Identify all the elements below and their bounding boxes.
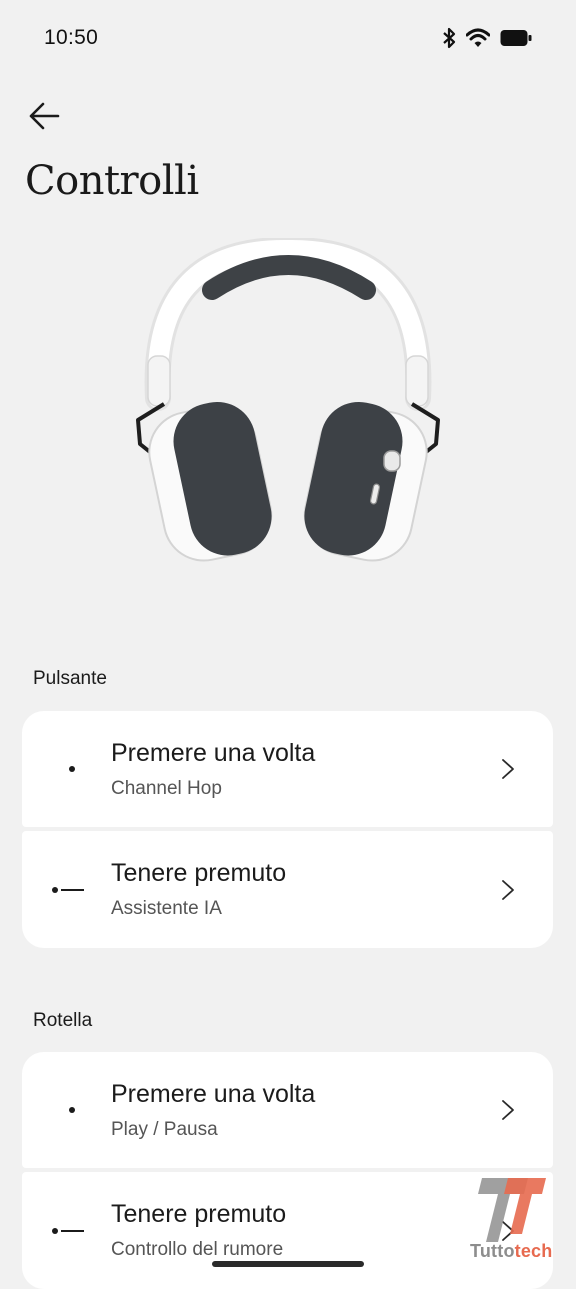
row-value: Assistente IA bbox=[111, 898, 222, 919]
watermark-text: Tuttotech bbox=[470, 1241, 553, 1261]
row-title: Tenere premuto bbox=[111, 859, 287, 887]
status-bar: 10:50 bbox=[0, 0, 576, 76]
chevron-right-icon bbox=[502, 1100, 514, 1120]
long-press-icon bbox=[52, 884, 92, 896]
battery-icon bbox=[500, 30, 532, 46]
arrow-left-icon bbox=[29, 102, 60, 130]
chevron-right-icon bbox=[502, 759, 514, 779]
page-title: Controlli bbox=[25, 158, 199, 204]
row-title: Tenere premuto bbox=[111, 1200, 287, 1228]
wifi-icon bbox=[466, 28, 490, 47]
row-value: Play / Pausa bbox=[111, 1119, 218, 1140]
status-icons bbox=[442, 26, 532, 50]
control-row-pulsante-press-once[interactable]: Premere una volta Channel Hop bbox=[22, 711, 553, 827]
long-press-icon bbox=[52, 1225, 92, 1237]
bluetooth-icon bbox=[443, 27, 456, 49]
headphones-image bbox=[136, 238, 440, 562]
row-title: Premere una volta bbox=[111, 739, 316, 767]
single-press-icon bbox=[52, 1104, 92, 1116]
row-title: Premere una volta bbox=[111, 1080, 316, 1108]
back-button[interactable] bbox=[22, 94, 66, 138]
control-row-rotella-press-once[interactable]: Premere una volta Play / Pausa bbox=[22, 1052, 553, 1168]
single-press-icon bbox=[52, 763, 92, 775]
status-time: 10:50 bbox=[44, 26, 99, 49]
control-row-pulsante-hold[interactable]: Tenere premuto Assistente IA bbox=[22, 831, 553, 948]
chevron-right-icon bbox=[502, 879, 514, 900]
section-label-rotella: Rotella bbox=[33, 1010, 93, 1031]
section-label-pulsante: Pulsante bbox=[33, 668, 107, 689]
home-indicator[interactable] bbox=[212, 1261, 364, 1267]
row-value: Controllo del rumore bbox=[111, 1239, 284, 1260]
row-value: Channel Hop bbox=[111, 778, 222, 799]
